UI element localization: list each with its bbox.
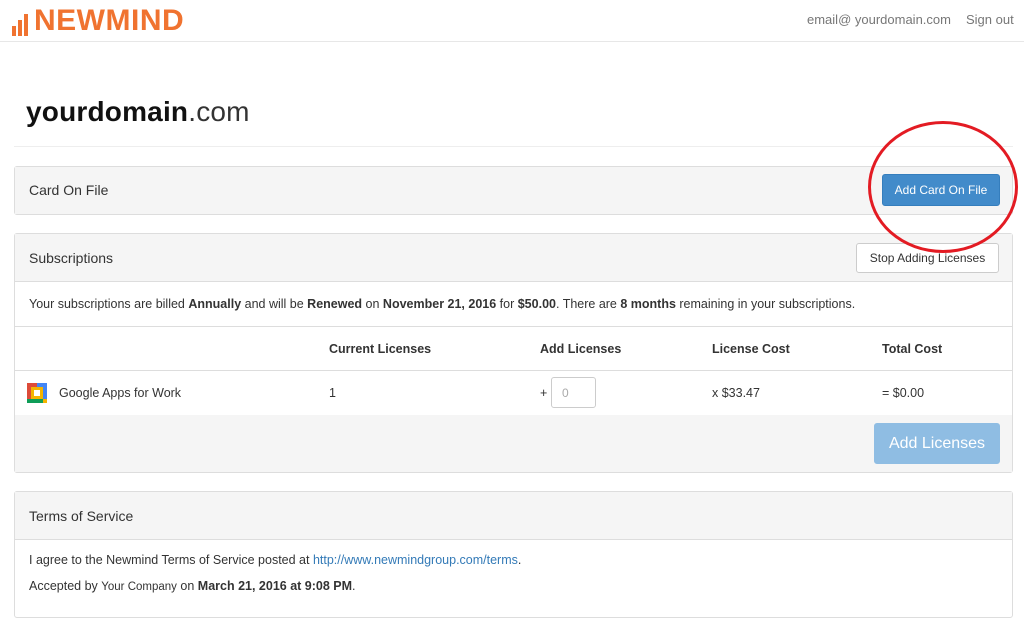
subscriptions-panel: Subscriptions Stop Adding Licenses Your … xyxy=(14,233,1013,473)
license-cost-value: x $33.47 xyxy=(712,386,760,400)
add-card-button[interactable]: Add Card On File xyxy=(882,174,1000,206)
add-licenses-button[interactable]: Add Licenses xyxy=(874,423,1000,464)
row-divider xyxy=(15,370,1012,371)
stop-adding-licenses-button[interactable]: Stop Adding Licenses xyxy=(856,243,999,273)
renewal-date: November 21, 2016 xyxy=(382,297,497,311)
logo-text: NEWMIND xyxy=(34,4,185,37)
domain-tld: .com xyxy=(188,96,250,127)
months-remaining: 8 months xyxy=(620,297,676,311)
sign-out-link[interactable]: Sign out xyxy=(966,12,1014,27)
terms-agreement: I agree to the Newmind Terms of Service … xyxy=(29,553,522,567)
title-divider xyxy=(14,146,1013,147)
subscriptions-footer: Add Licenses xyxy=(15,415,1012,472)
top-navbar: NEWMIND email@ yourdomain.com Sign out xyxy=(0,0,1024,42)
renewal-amount: $50.00 xyxy=(517,297,556,311)
domain-name: yourdomain xyxy=(26,96,189,127)
billing-cycle: Annually xyxy=(188,297,242,311)
card-on-file-panel: Card On File Add Card On File xyxy=(14,166,1013,215)
newmind-logo[interactable]: NEWMIND xyxy=(12,4,184,36)
product-name: Google Apps for Work xyxy=(59,386,182,400)
terms-accepted: Accepted by Your Company on March 21, 20… xyxy=(29,579,356,593)
terms-link[interactable]: http://www.newmindgroup.com/terms xyxy=(313,553,518,567)
subscriptions-header: Subscriptions Stop Adding Licenses xyxy=(15,234,1012,282)
terms-panel: Terms of Service I agree to the Newmind … xyxy=(14,491,1013,618)
col-header-current-licenses: Current Licenses xyxy=(329,342,432,356)
terms-header: Terms of Service xyxy=(15,492,1012,540)
col-header-total-cost: Total Cost xyxy=(882,342,943,356)
col-header-add-licenses: Add Licenses xyxy=(540,342,622,356)
subscriptions-title: Subscriptions xyxy=(29,250,114,266)
col-header-license-cost: License Cost xyxy=(712,342,790,356)
google-apps-icon xyxy=(27,383,47,403)
add-licenses-input[interactable] xyxy=(551,377,596,408)
billing-summary: Your subscriptions are billed Annually a… xyxy=(29,297,856,311)
card-panel-title: Card On File xyxy=(29,182,109,198)
page-title: yourdomain.com xyxy=(26,96,250,128)
current-licenses-value: 1 xyxy=(329,386,336,400)
terms-title: Terms of Service xyxy=(29,508,134,524)
row-divider xyxy=(15,326,1012,327)
billing-status: Renewed xyxy=(307,297,363,311)
card-panel-header: Card On File Add Card On File xyxy=(15,167,1012,214)
plus-sign: + xyxy=(540,386,548,400)
company-name: Your Company xyxy=(101,581,177,593)
bar-chart-logo-icon xyxy=(12,10,30,36)
user-email: email@ yourdomain.com xyxy=(807,12,951,27)
total-cost-value: = $0.00 xyxy=(882,386,925,400)
accepted-date: March 21, 2016 at 9:08 PM xyxy=(197,579,353,593)
